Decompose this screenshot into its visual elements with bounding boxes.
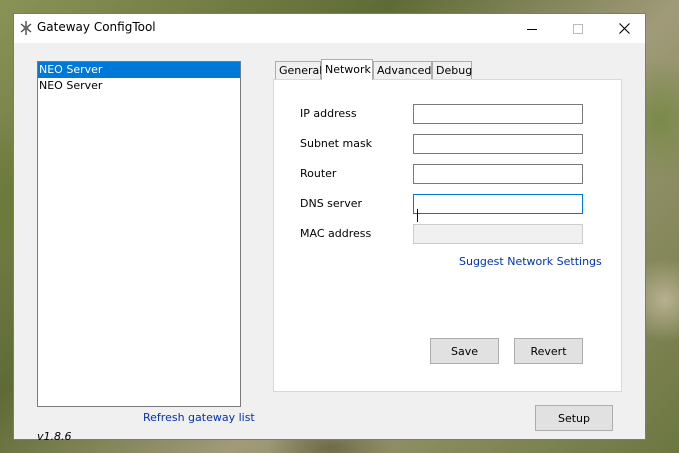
dns-server-input[interactable] bbox=[413, 194, 583, 214]
refresh-gateway-list-link[interactable]: Refresh gateway list bbox=[143, 411, 255, 424]
minimize-icon bbox=[527, 28, 537, 30]
tab-advanced[interactable]: Advanced bbox=[373, 61, 432, 79]
maximize-icon bbox=[573, 23, 583, 34]
revert-button[interactable]: Revert bbox=[514, 338, 583, 364]
gateway-list[interactable]: NEO Server NEO Server bbox=[37, 61, 241, 407]
tab-debug[interactable]: Debug bbox=[432, 61, 472, 79]
tab-general[interactable]: General bbox=[275, 61, 322, 79]
ip-address-label: IP address bbox=[300, 107, 357, 120]
gateway-list-item[interactable]: NEO Server bbox=[38, 62, 240, 78]
setup-button[interactable]: Setup bbox=[535, 405, 613, 431]
mac-address-input bbox=[413, 224, 583, 244]
app-window: Gateway ConfigTool NEO Server NEO Server… bbox=[13, 13, 646, 443]
suggest-network-settings-link[interactable]: Suggest Network Settings bbox=[459, 255, 602, 268]
text-caret bbox=[417, 209, 418, 222]
close-icon bbox=[618, 23, 630, 34]
window-title: Gateway ConfigTool bbox=[37, 20, 156, 34]
maximize-button[interactable] bbox=[555, 14, 601, 43]
app-icon bbox=[20, 21, 32, 35]
router-label: Router bbox=[300, 167, 337, 180]
close-button[interactable] bbox=[601, 14, 647, 43]
router-input[interactable] bbox=[413, 164, 583, 184]
mac-address-label: MAC address bbox=[300, 227, 372, 240]
gateway-list-item[interactable]: NEO Server bbox=[38, 78, 240, 94]
ip-address-input[interactable] bbox=[413, 104, 583, 124]
minimize-button[interactable] bbox=[509, 14, 555, 43]
subnet-mask-input[interactable] bbox=[413, 134, 583, 154]
version-label: v1.8.6 bbox=[37, 430, 72, 443]
save-button[interactable]: Save bbox=[430, 338, 499, 364]
tab-network[interactable]: Network bbox=[321, 59, 373, 80]
dns-server-label: DNS server bbox=[300, 197, 362, 210]
title-bar[interactable]: Gateway ConfigTool bbox=[14, 14, 645, 43]
subnet-mask-label: Subnet mask bbox=[300, 137, 373, 150]
